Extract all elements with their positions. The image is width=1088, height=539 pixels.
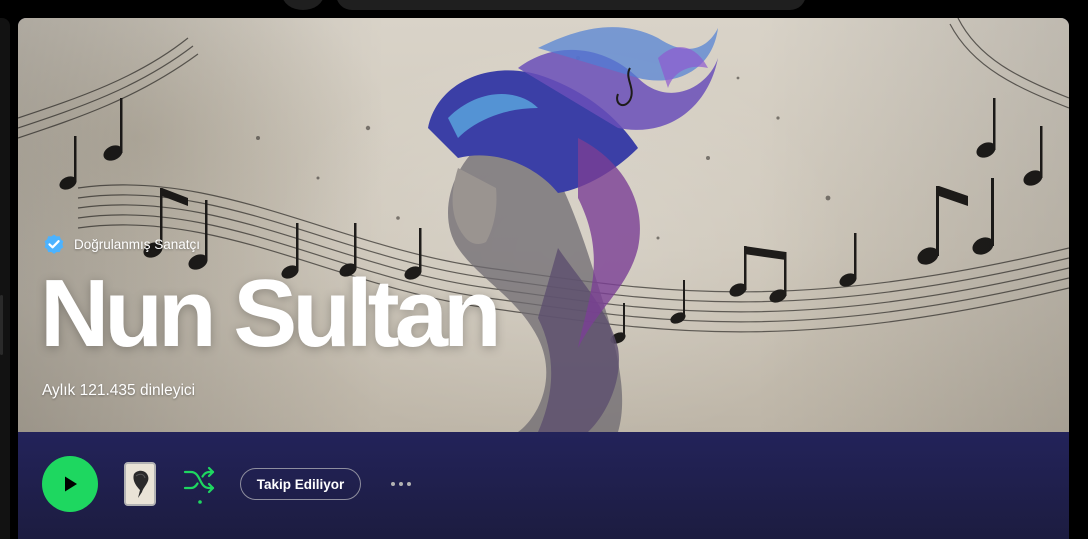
action-bar: Takip Ediliyor: [18, 432, 1069, 539]
artist-name: Nun Sultan: [40, 260, 502, 367]
library-sidebar: [0, 18, 10, 539]
search-bar[interactable]: [336, 0, 806, 10]
verified-label: Doğrulanmış Sanatçı: [74, 236, 201, 252]
thumbnail-art: [126, 464, 154, 504]
more-dots-icon: [391, 482, 395, 486]
follow-button[interactable]: Takip Ediliyor: [240, 468, 361, 500]
verified-badge: Doğrulanmış Sanatçı: [42, 232, 200, 256]
shuffle-button[interactable]: [182, 466, 218, 510]
verified-check-icon: [44, 234, 64, 254]
more-dots-icon: [407, 482, 411, 486]
more-options-button[interactable]: [386, 468, 416, 500]
sidebar-resize-handle[interactable]: [0, 295, 3, 355]
top-bar: [0, 0, 1088, 18]
shuffle-icon: [183, 466, 215, 504]
header-artwork: [18, 18, 1069, 432]
artist-page: Doğrulanmış Sanatçı Nun Sultan Aylık 121…: [18, 18, 1069, 539]
artist-header: Doğrulanmış Sanatçı Nun Sultan Aylık 121…: [18, 18, 1069, 432]
back-button[interactable]: [282, 0, 324, 10]
monthly-listeners: Aylık 121.435 dinleyici: [42, 382, 196, 399]
artist-thumbnail-button[interactable]: [124, 462, 156, 506]
play-button[interactable]: [42, 456, 98, 512]
play-icon: [65, 476, 77, 492]
more-dots-icon: [399, 482, 403, 486]
